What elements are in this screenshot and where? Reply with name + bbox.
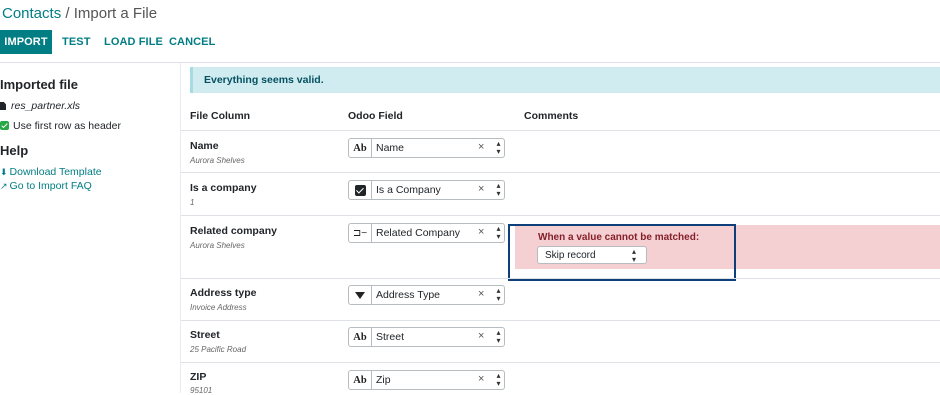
file-column-name: Name: [190, 140, 219, 152]
use-first-row-checkbox[interactable]: [0, 121, 9, 130]
sidebar-divider: [180, 63, 181, 393]
import-faq-link[interactable]: ↗ Go to Import FAQ: [0, 180, 92, 192]
odoo-field-select[interactable]: Ab Name × ▴ ▾: [348, 138, 505, 158]
row-divider: [181, 278, 940, 279]
file-column-sample: 1: [190, 198, 195, 207]
file-column-sample: 25 Pacific Road: [190, 345, 247, 354]
file-column-name: ZIP: [190, 371, 207, 383]
odoo-field-value: Is a Company: [376, 184, 441, 196]
column-header-file-column: File Column: [190, 110, 251, 122]
sort-arrows-icon: ▴ ▾: [496, 328, 501, 345]
test-button[interactable]: TEST: [62, 30, 91, 54]
column-header-odoo-field: Odoo Field: [348, 110, 403, 122]
download-icon: ⬇: [0, 167, 8, 177]
odoo-field-value: Name: [376, 142, 405, 154]
file-column-name: Street: [190, 329, 220, 341]
odoo-field-value: Street: [376, 331, 405, 343]
import-button[interactable]: IMPORT: [0, 30, 52, 54]
odoo-field-select[interactable]: ⊐− Related Company × ▴ ▾: [348, 223, 505, 243]
odoo-field-select[interactable]: Is a Company × ▴ ▾: [348, 180, 505, 200]
file-column-name: Address type: [190, 287, 257, 299]
download-template-link[interactable]: ⬇ Download Template: [0, 166, 102, 178]
odoo-field-select[interactable]: Address Type × ▴ ▾: [348, 285, 505, 305]
load-file-button[interactable]: LOAD FILE: [104, 30, 163, 54]
odoo-field-select[interactable]: Ab Zip × ▴ ▾: [348, 370, 505, 390]
file-column-sample: Invoice Address: [190, 303, 247, 312]
clear-icon[interactable]: ×: [478, 288, 484, 300]
toolbar-divider: [0, 62, 940, 63]
clear-icon[interactable]: ×: [478, 330, 484, 342]
highlight-box: [508, 224, 736, 281]
row-divider: [181, 130, 940, 131]
row-divider: [181, 320, 940, 321]
file-column-name: Related company: [190, 225, 277, 237]
checkbox-type-icon: [349, 181, 372, 199]
clear-icon[interactable]: ×: [478, 226, 484, 238]
download-template-label: Download Template: [9, 166, 102, 178]
sort-arrows-icon: ▴ ▾: [496, 371, 501, 388]
breadcrumb: Contacts / Import a File: [2, 5, 157, 22]
clear-icon[interactable]: ×: [478, 141, 484, 153]
file-column-sample: Aurora Shelves: [190, 241, 245, 250]
row-divider: [181, 362, 940, 363]
odoo-field-value: Related Company: [376, 227, 461, 239]
sort-arrows-icon: ▴ ▾: [496, 181, 501, 198]
clear-icon[interactable]: ×: [478, 183, 484, 195]
use-first-row-option[interactable]: Use first row as header: [0, 120, 121, 132]
text-type-icon: Ab: [349, 371, 372, 389]
breadcrumb-contacts-link[interactable]: Contacts: [2, 5, 61, 22]
odoo-field-value: Zip: [376, 374, 391, 386]
file-icon: [0, 102, 6, 110]
sort-arrows-icon: ▴ ▾: [496, 224, 501, 241]
validation-alert: Everything seems valid.: [190, 67, 940, 93]
breadcrumb-current: Import a File: [73, 5, 158, 22]
help-heading: Help: [0, 143, 29, 158]
odoo-field-value: Address Type: [376, 289, 441, 301]
text-type-icon: Ab: [349, 328, 372, 346]
import-faq-label: Go to Import FAQ: [9, 180, 92, 192]
column-header-comments: Comments: [524, 110, 579, 122]
row-divider: [181, 172, 940, 173]
imported-file-heading: Imported file: [0, 77, 79, 92]
file-name-text: res_partner.xls: [11, 100, 81, 112]
file-column-sample: 95101: [190, 386, 213, 395]
use-first-row-label: Use first row as header: [13, 120, 121, 132]
row-divider: [181, 215, 940, 216]
file-column-sample: Aurora Shelves: [190, 156, 245, 165]
sort-arrows-icon: ▴ ▾: [496, 286, 501, 303]
selection-type-icon: [349, 286, 372, 304]
odoo-field-select[interactable]: Ab Street × ▴ ▾: [348, 327, 505, 347]
validation-message: Everything seems valid.: [204, 74, 324, 86]
sort-arrows-icon: ▴ ▾: [496, 139, 501, 156]
relation-type-icon: ⊐−: [349, 224, 372, 242]
breadcrumb-separator: /: [65, 5, 70, 22]
file-column-name: Is a company: [190, 182, 257, 194]
clear-icon[interactable]: ×: [478, 373, 484, 385]
text-type-icon: Ab: [349, 139, 372, 157]
external-link-icon: ↗: [0, 181, 8, 191]
imported-file-name: res_partner.xls: [0, 100, 80, 112]
cancel-button[interactable]: CANCEL: [169, 30, 215, 54]
